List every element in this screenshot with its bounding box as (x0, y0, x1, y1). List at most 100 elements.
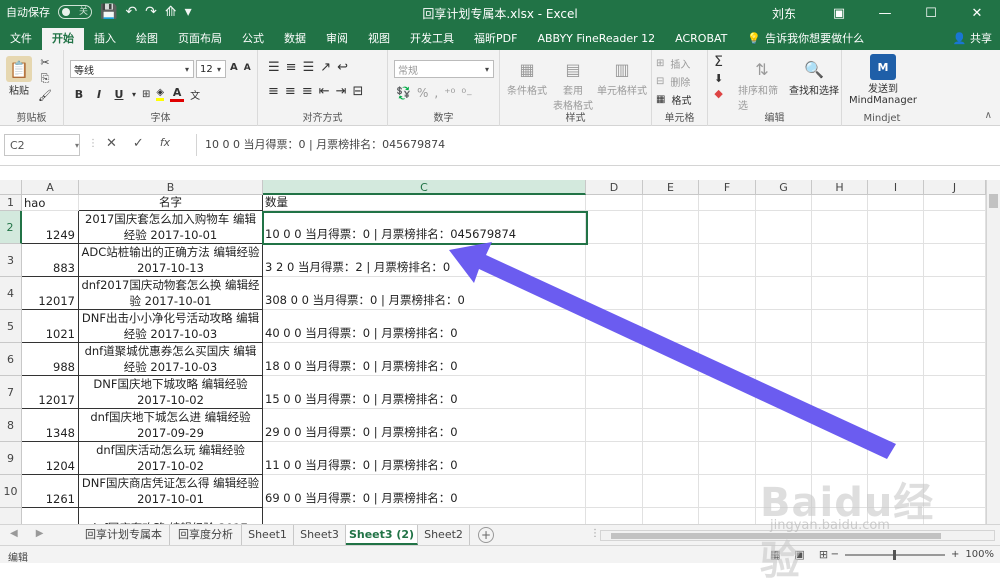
cell-c[interactable]: 3 2 0 当月得票：2 | 月票榜排名：0 (263, 244, 586, 277)
copy-icon[interactable]: ⎘ (41, 72, 50, 86)
cell-empty[interactable] (643, 277, 699, 310)
cell-empty[interactable] (643, 376, 699, 409)
horizontal-scrollbar[interactable] (600, 530, 995, 541)
cell-c[interactable]: 11 0 0 当月得票：0 | 月票榜排名：0 (263, 442, 586, 475)
cell-c[interactable] (263, 508, 586, 524)
tab-draw[interactable]: 绘图 (126, 28, 168, 50)
cell-empty[interactable] (756, 442, 812, 475)
cell-empty[interactable] (868, 442, 924, 475)
user-name[interactable]: 刘东 (772, 5, 796, 22)
cell-b[interactable]: dnf国庆活动怎么玩 编辑经验 2017-10-02 (79, 442, 263, 475)
cell-empty[interactable] (756, 244, 812, 277)
tab-data[interactable]: 数据 (274, 28, 316, 50)
cell-empty[interactable] (643, 508, 699, 524)
cell-c[interactable]: 数量 (263, 195, 586, 211)
name-box-dropdown-icon[interactable]: ▾ (75, 141, 79, 150)
cell-empty[interactable] (868, 211, 924, 244)
cell-b[interactable]: DNF出击小小净化号活动攻略 编辑经验 2017-10-03 (79, 310, 263, 343)
cell-empty[interactable] (812, 211, 868, 244)
sheet-tab-3[interactable]: Sheet1 (242, 525, 294, 545)
cell-empty[interactable] (924, 277, 986, 310)
cell-b[interactable]: 2017国庆套怎么加入购物车 编辑经验 2017-10-01 (79, 211, 263, 244)
underline-button[interactable]: U (112, 88, 126, 101)
sheet-tab-6[interactable]: Sheet2 (418, 525, 470, 545)
merge-center-icon[interactable]: ⊟ (353, 84, 364, 99)
cell-empty[interactable] (812, 508, 868, 524)
cell-empty[interactable] (924, 409, 986, 442)
sheet-tab-1[interactable]: 回享计划专属本 (78, 525, 170, 545)
row-header[interactable]: 1 (0, 195, 22, 211)
format-cells-button[interactable]: ▦ 格式 (656, 92, 691, 107)
cell-empty[interactable] (586, 244, 643, 277)
underline-dropdown-icon[interactable]: ▾ (132, 90, 136, 99)
cell-c[interactable]: 10 0 0 当月得票：0 | 月票榜排名：045679874 (263, 211, 586, 244)
sheet-tab-5[interactable]: Sheet3 (2) (346, 525, 418, 545)
grow-font-button[interactable]: A (230, 62, 238, 73)
clear-icon[interactable]: ◆ (714, 87, 722, 100)
tab-file[interactable]: 文件 (0, 28, 42, 50)
vertical-scroll-thumb[interactable] (989, 194, 998, 208)
cell-a[interactable]: 1021 (22, 310, 79, 343)
cell-b[interactable]: DNF国庆地下城攻略 编辑经验 2017-10-02 (79, 376, 263, 409)
cell-empty[interactable] (924, 310, 986, 343)
tab-split-handle-icon[interactable]: ⋮ (590, 528, 600, 539)
align-left-icon[interactable]: ≡ (268, 84, 279, 99)
cell-empty[interactable] (643, 475, 699, 508)
row-header[interactable]: 8 (0, 409, 22, 442)
cell-empty[interactable] (756, 195, 812, 211)
tab-acrobat[interactable]: ACROBAT (665, 28, 737, 50)
cell-empty[interactable] (868, 310, 924, 343)
comma-button[interactable]: , (434, 86, 438, 100)
align-middle-icon[interactable]: ≡ (286, 60, 297, 75)
cell-empty[interactable] (756, 343, 812, 376)
cell-a[interactable]: 1261 (22, 475, 79, 508)
font-color-button[interactable]: A (170, 86, 185, 102)
cell-empty[interactable] (868, 244, 924, 277)
name-box[interactable]: C2 ▾ (4, 134, 80, 156)
cell-empty[interactable] (924, 475, 986, 508)
cut-icon[interactable]: ✂ (40, 56, 49, 69)
sort-filter-button[interactable]: ⇅ 排序和筛选 (738, 56, 786, 113)
cell-empty[interactable] (756, 508, 812, 524)
wrap-text-icon[interactable]: ↩ (337, 60, 348, 75)
cell-empty[interactable] (756, 310, 812, 343)
cell-empty[interactable] (586, 508, 643, 524)
shrink-font-button[interactable]: A (244, 63, 251, 73)
increase-decimal-icon[interactable]: ⁺⁰ (444, 86, 455, 100)
cell-empty[interactable] (586, 409, 643, 442)
zoom-level[interactable]: 100% (965, 549, 994, 560)
row-header[interactable] (0, 508, 22, 524)
tab-foxit-pdf[interactable]: 福昕PDF (464, 28, 527, 50)
page-layout-view-icon[interactable]: ▣ (794, 548, 804, 561)
zoom-in-button[interactable]: + (951, 549, 959, 560)
zoom-out-button[interactable]: − (831, 549, 839, 560)
insert-function-button[interactable]: fx (160, 136, 170, 151)
fill-icon[interactable]: ⬇ (714, 72, 723, 85)
cell-a[interactable]: 1348 (22, 409, 79, 442)
cell-empty[interactable] (586, 376, 643, 409)
sheet-tab-2[interactable]: 回享度分析 (170, 525, 242, 545)
cell-empty[interactable] (699, 343, 756, 376)
cell-empty[interactable] (812, 409, 868, 442)
format-painter-icon[interactable]: 🖌 (38, 89, 52, 102)
tab-home[interactable]: 开始 (42, 28, 84, 50)
cell-empty[interactable] (868, 277, 924, 310)
column-header-j[interactable]: J (924, 180, 986, 195)
cell-empty[interactable] (643, 195, 699, 211)
cell-empty[interactable] (699, 508, 756, 524)
cell-empty[interactable] (699, 195, 756, 211)
cell-empty[interactable] (699, 310, 756, 343)
cell-a[interactable]: 12017 (22, 376, 79, 409)
column-header-b[interactable]: B (79, 180, 263, 195)
cancel-entry-button[interactable]: ✕ (106, 136, 117, 151)
ribbon-display-options-icon[interactable]: ▣ (816, 0, 862, 26)
cell-empty[interactable] (586, 310, 643, 343)
cell-empty[interactable] (699, 475, 756, 508)
cell-empty[interactable] (812, 376, 868, 409)
column-header-a[interactable]: A (22, 180, 79, 195)
currency-icon[interactable]: 💱 (396, 86, 411, 100)
cell-a[interactable]: 988 (22, 343, 79, 376)
cell-empty[interactable] (924, 244, 986, 277)
percent-button[interactable]: % (417, 86, 428, 100)
formula-bar-grip-icon[interactable]: ⋮ (88, 138, 98, 149)
